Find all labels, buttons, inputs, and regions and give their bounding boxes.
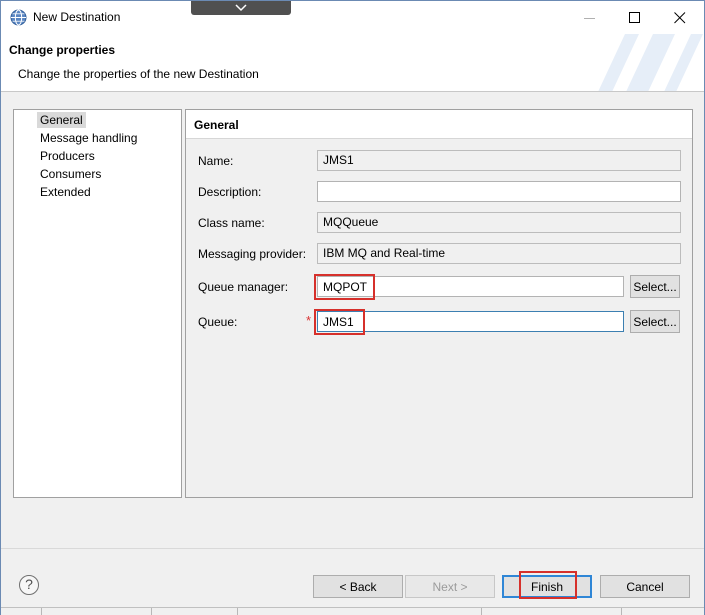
queue-select-button[interactable]: Select...	[630, 310, 680, 333]
description-label: Description:	[198, 185, 262, 199]
close-icon	[674, 12, 686, 24]
close-button[interactable]	[658, 1, 702, 34]
queue-field[interactable]	[317, 311, 624, 332]
collapse-tab[interactable]	[191, 1, 291, 15]
tree-item-extended[interactable]: Extended	[37, 184, 94, 200]
chevron-down-icon	[235, 4, 247, 12]
name-label: Name:	[198, 154, 234, 168]
panel-header: General	[186, 110, 692, 139]
name-field[interactable]: JMS1	[317, 150, 681, 171]
queue-label: Queue:	[198, 315, 238, 329]
messaging-provider-field[interactable]: IBM MQ and Real-time	[317, 243, 681, 264]
class-name-field[interactable]: MQQueue	[317, 212, 681, 233]
cancel-button[interactable]: Cancel	[600, 575, 690, 598]
new-destination-dialog: New Destination Change properties Change…	[0, 0, 705, 615]
back-button[interactable]: < Back	[313, 575, 403, 598]
globe-icon	[10, 9, 27, 26]
general-panel: General Name: JMS1 Description: Class na…	[185, 109, 693, 498]
queue-manager-select-button[interactable]: Select...	[630, 275, 680, 298]
class-name-label: Class name:	[198, 216, 265, 230]
tree-item-message-handling[interactable]: Message handling	[37, 130, 140, 146]
minimize-button[interactable]	[568, 1, 612, 34]
messaging-provider-label: Messaging provider:	[198, 247, 307, 261]
wizard-header: Change properties Change the properties …	[1, 34, 704, 92]
background-strip	[1, 607, 704, 615]
window-title: New Destination	[33, 10, 121, 24]
queue-manager-label: Queue manager:	[198, 280, 289, 294]
maximize-button[interactable]	[613, 1, 657, 34]
help-button[interactable]: ?	[19, 575, 39, 595]
title-bar: New Destination	[1, 1, 704, 34]
panel-title: General	[194, 118, 239, 132]
required-marker: *	[306, 313, 312, 328]
next-button[interactable]: Next >	[405, 575, 495, 598]
description-field[interactable]	[317, 181, 681, 202]
page-description: Change the properties of the new Destina…	[18, 67, 259, 81]
tree-item-consumers[interactable]: Consumers	[37, 166, 104, 182]
tree-item-producers[interactable]: Producers	[37, 148, 98, 164]
help-icon: ?	[25, 576, 33, 592]
minimize-icon	[584, 18, 595, 19]
tree-item-general[interactable]: General	[37, 112, 86, 128]
header-decoration	[591, 34, 704, 91]
maximize-icon	[629, 12, 640, 23]
page-title: Change properties	[9, 43, 116, 57]
button-bar-separator	[1, 548, 704, 549]
queue-manager-field[interactable]	[317, 276, 624, 297]
finish-button[interactable]: Finish	[502, 575, 592, 598]
property-tree: General Message handling Producers Consu…	[13, 109, 182, 498]
